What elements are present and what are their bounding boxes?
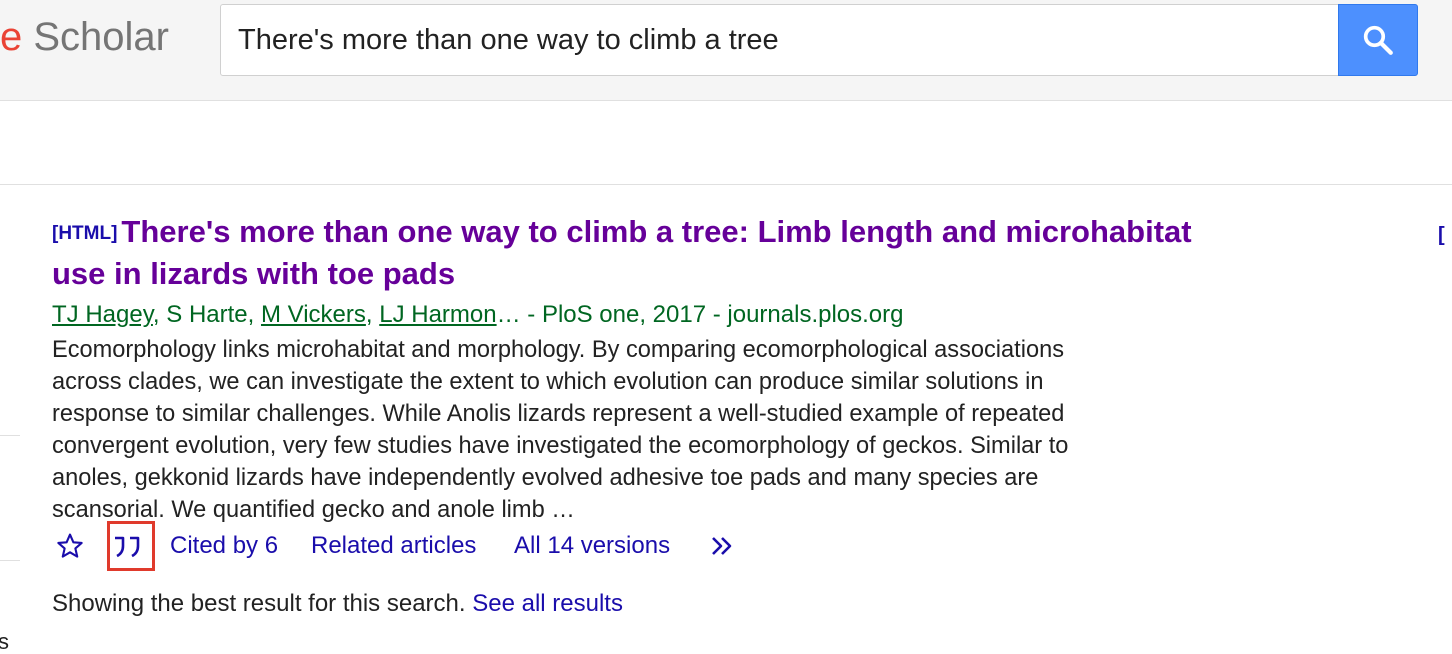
top-bar: e Scholar bbox=[0, 0, 1452, 101]
search-button[interactable] bbox=[1338, 4, 1418, 76]
left-sidebar-divider bbox=[0, 435, 20, 436]
cited-by-link[interactable]: Cited by 6 bbox=[170, 526, 278, 566]
left-sidebar-divider bbox=[0, 560, 20, 561]
result-title-link[interactable]: There's more than one way to climb a tre… bbox=[52, 214, 1192, 291]
related-articles-link[interactable]: Related articles bbox=[311, 526, 476, 566]
search-input[interactable] bbox=[238, 5, 1328, 75]
right-column-fragment[interactable]: [ bbox=[1438, 222, 1445, 248]
author-link[interactable]: LJ Harmon bbox=[379, 301, 496, 328]
author-separator: , bbox=[152, 301, 167, 328]
best-result-notice: Showing the best result for this search.… bbox=[52, 588, 623, 620]
result-actions: Cited by 6 Related articles All 14 versi… bbox=[52, 526, 852, 566]
result-snippet: Ecomorphology links microhabitat and mor… bbox=[52, 337, 1069, 523]
more-button[interactable] bbox=[710, 526, 742, 566]
author-link[interactable]: TJ Hagey bbox=[52, 301, 153, 328]
author-name: S Harte bbox=[166, 301, 248, 328]
star-icon bbox=[57, 533, 83, 558]
save-button[interactable] bbox=[56, 526, 84, 566]
quote-icon bbox=[115, 536, 140, 558]
result-title: [HTML] There's more than one way to climb… bbox=[52, 212, 1232, 294]
cite-button[interactable] bbox=[112, 526, 144, 566]
format-tag[interactable]: [HTML] bbox=[52, 223, 117, 244]
logo-text: Scholar bbox=[33, 15, 169, 59]
all-versions-link[interactable]: All 14 versions bbox=[514, 526, 670, 566]
author-link[interactable]: M Vickers bbox=[261, 301, 366, 328]
results-divider bbox=[0, 184, 1452, 185]
result-authors-line: TJ Hagey, S Harte, M Vickers, LJ Harmon…… bbox=[52, 298, 1232, 332]
see-all-results-link[interactable]: See all results bbox=[472, 590, 623, 617]
left-sidebar-fragment: s bbox=[0, 629, 9, 654]
logo-fragment: e bbox=[0, 15, 23, 59]
search-box bbox=[220, 4, 1418, 76]
search-icon bbox=[1363, 25, 1393, 55]
scholar-logo[interactable]: e Scholar bbox=[0, 12, 169, 62]
author-separator: , bbox=[365, 301, 380, 328]
best-result-text: Showing the best result for this search. bbox=[52, 590, 466, 617]
author-separator: , bbox=[247, 301, 261, 328]
double-chevron-right-icon bbox=[712, 537, 732, 555]
search-result: [HTML] There's more than one way to climb… bbox=[52, 212, 1232, 526]
source-info: … - PloS one, 2017 - journals.plos.org bbox=[496, 301, 904, 328]
